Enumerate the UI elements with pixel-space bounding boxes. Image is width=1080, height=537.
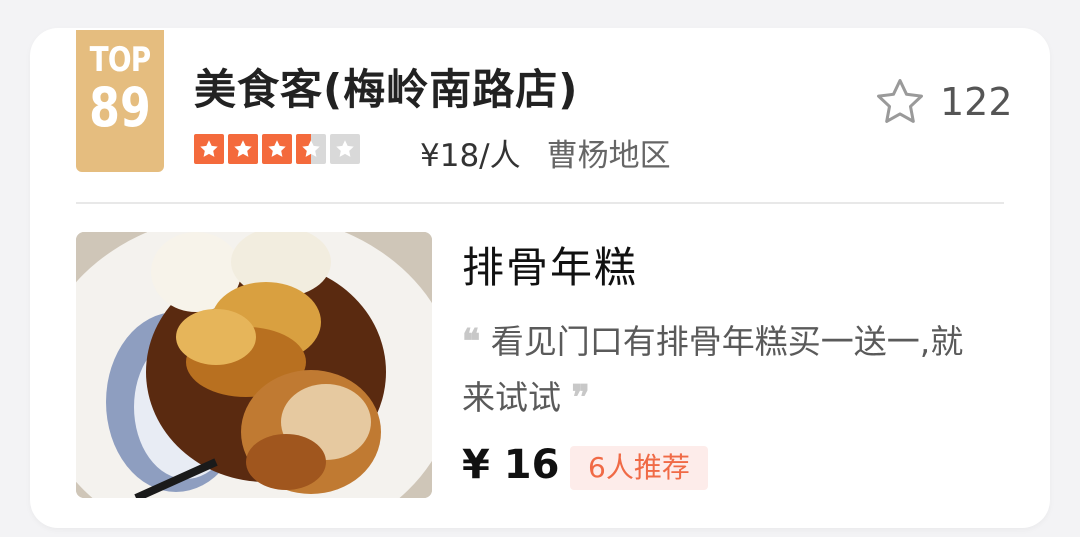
empty-star-icon <box>330 134 360 164</box>
favorite-count: 122 <box>940 80 1013 124</box>
star-outline-icon <box>877 79 923 123</box>
star-icon <box>228 134 258 164</box>
region-label[interactable]: 曹杨地区 <box>547 130 671 175</box>
half-star-icon <box>296 134 326 164</box>
shop-card[interactable]: TOP 89 美食客(梅岭南路店) ¥18/人 曹杨地区 122 排骨年糕 ❝ … <box>30 28 1050 528</box>
shop-name[interactable]: 美食客(梅岭南路店) <box>194 56 578 117</box>
open-quote-icon: ❝ <box>462 322 481 362</box>
dish-image <box>76 232 432 498</box>
recommend-badge: 6人推荐 <box>570 446 708 490</box>
price-per-person: ¥18/人 <box>420 138 521 174</box>
favorite-button[interactable]: 122 <box>872 74 1013 130</box>
divider <box>76 202 1004 204</box>
rating-stars <box>194 134 360 164</box>
review-text: 看见门口有排骨年糕买一送一,就来试试 <box>462 322 964 417</box>
dish-review: ❝ 看见门口有排骨年糕买一送一,就来试试 ❞ <box>462 314 982 426</box>
close-quote-icon: ❞ <box>571 378 590 418</box>
star-icon <box>262 134 292 164</box>
top-rank-badge: TOP 89 <box>76 30 164 172</box>
dish-price: ¥ 16 <box>462 442 560 488</box>
shop-meta: ¥18/人 曹杨地区 <box>420 130 671 175</box>
dish-photo[interactable] <box>76 232 432 498</box>
star-icon <box>194 134 224 164</box>
dish-name[interactable]: 排骨年糕 <box>462 234 638 295</box>
rank-number: 89 <box>89 76 151 139</box>
rank-label: TOP <box>89 40 152 80</box>
